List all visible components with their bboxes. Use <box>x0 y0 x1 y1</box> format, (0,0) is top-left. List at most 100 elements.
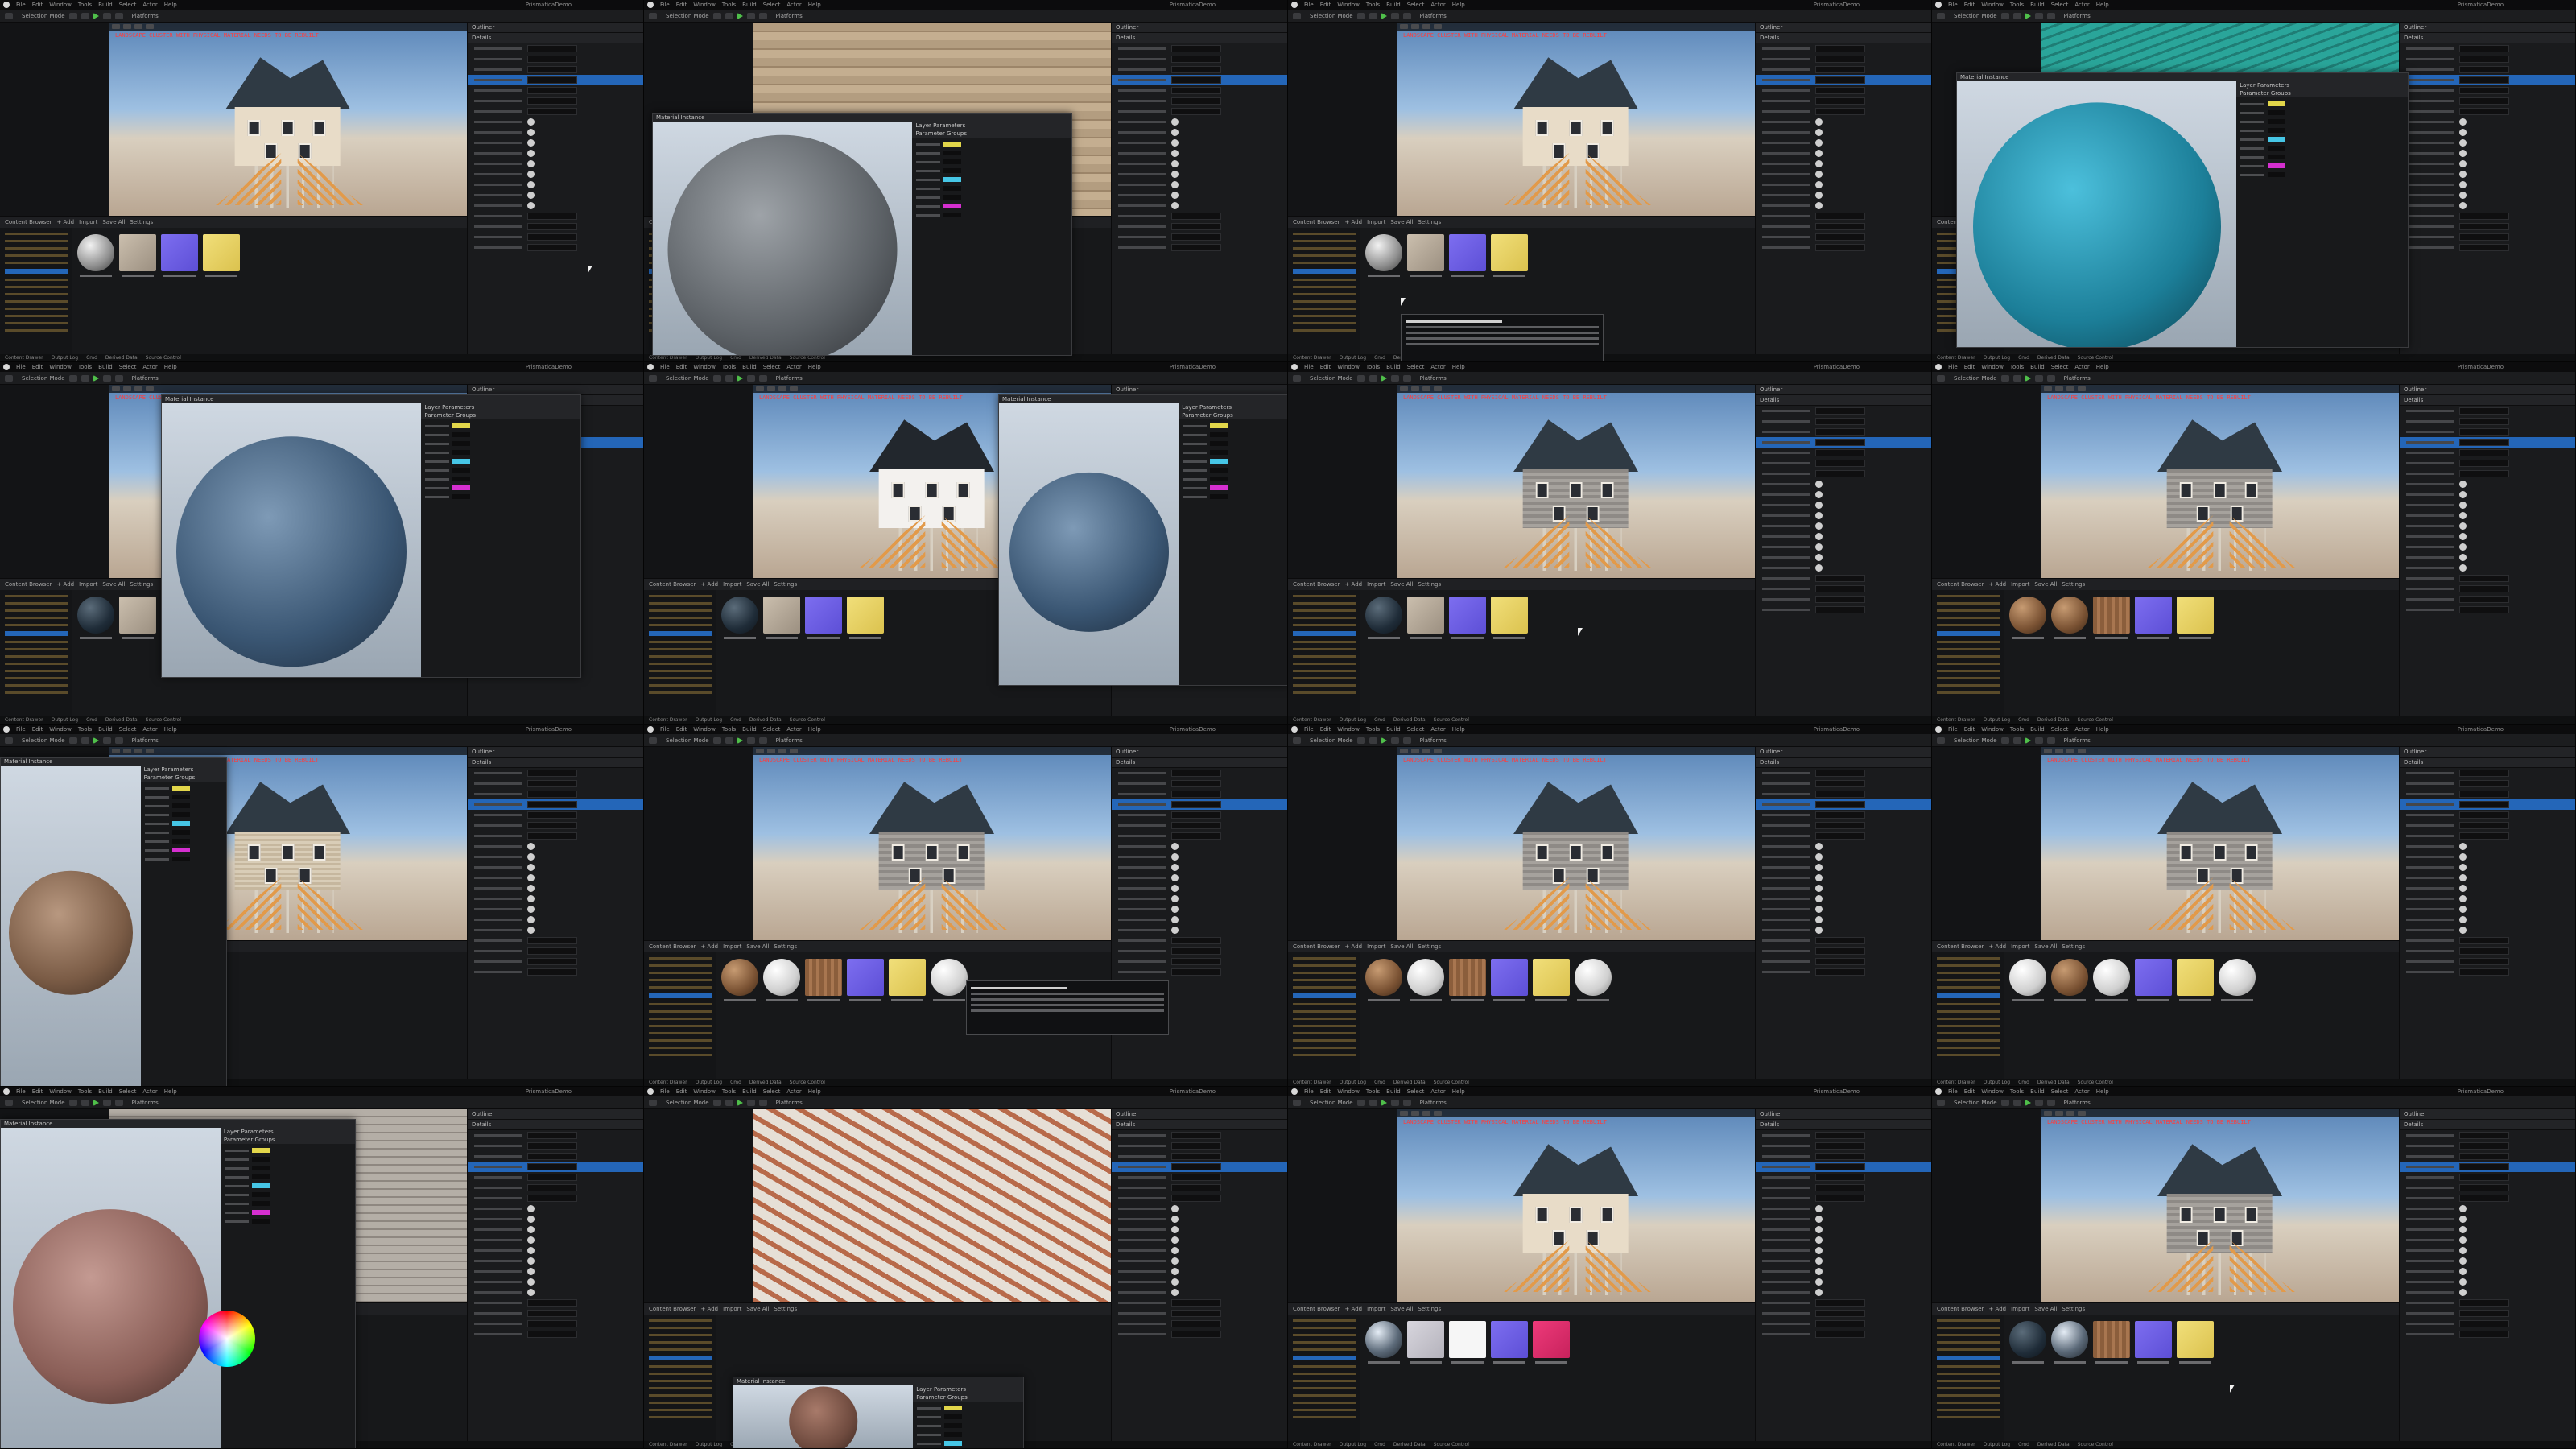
stop-icon[interactable] <box>114 374 123 382</box>
details-row[interactable] <box>1112 831 1287 841</box>
details-row[interactable] <box>468 778 643 789</box>
import-button[interactable]: Import <box>79 581 97 588</box>
menu-file[interactable]: File <box>1948 2 1958 8</box>
details-row[interactable] <box>468 106 643 117</box>
material-slot-icon[interactable] <box>2459 916 2467 923</box>
asset-thumbnail[interactable] <box>2009 1321 2046 1368</box>
folder-item[interactable] <box>5 233 68 235</box>
folder-item[interactable] <box>649 1373 712 1375</box>
menu-tools[interactable]: Tools <box>1366 364 1380 370</box>
details-row[interactable] <box>2400 232 2575 242</box>
details-header[interactable]: Details <box>1756 1120 1931 1130</box>
property-value[interactable] <box>527 1163 577 1170</box>
material-slot-icon[interactable] <box>1815 139 1823 147</box>
parameter-value[interactable] <box>1210 468 1228 473</box>
folder-item[interactable] <box>1293 624 1356 626</box>
parameter-row[interactable] <box>917 1414 1019 1419</box>
viewport-menu-icon[interactable] <box>756 386 764 391</box>
material-slot-icon[interactable] <box>2459 139 2467 147</box>
folder-item[interactable] <box>1293 684 1356 687</box>
property-value[interactable] <box>1815 585 1865 592</box>
details-row[interactable] <box>2400 85 2575 96</box>
menu-tools[interactable]: Tools <box>78 364 92 370</box>
details-row[interactable] <box>1112 1266 1287 1277</box>
details-row[interactable] <box>1112 54 1287 64</box>
menu-file[interactable]: File <box>660 364 670 370</box>
stop-icon[interactable] <box>2046 374 2055 382</box>
mode-selector[interactable]: Selection Mode <box>22 1100 65 1106</box>
folder-item[interactable] <box>1937 1010 2000 1013</box>
parameter-row[interactable] <box>1183 441 1285 446</box>
details-row[interactable] <box>2400 789 2575 799</box>
parameter-value[interactable] <box>171 857 190 861</box>
details-row[interactable] <box>1756 594 1931 605</box>
folder-item[interactable] <box>1937 1341 2000 1344</box>
save-icon[interactable] <box>1293 1099 1301 1106</box>
property-value[interactable] <box>2459 958 2509 965</box>
asset-thumbnail[interactable] <box>1449 959 1486 1005</box>
details-row[interactable] <box>1756 416 1931 427</box>
property-value[interactable] <box>2459 1320 2509 1327</box>
material-slot-icon[interactable] <box>1815 481 1823 488</box>
content-browser-title[interactable]: Content Browser <box>5 581 52 588</box>
material-slot-icon[interactable] <box>1171 864 1179 871</box>
property-value[interactable] <box>1171 791 1221 798</box>
details-header[interactable]: Details <box>468 1120 643 1130</box>
details-row[interactable] <box>468 810 643 820</box>
property-value[interactable] <box>1815 811 1865 819</box>
play-icon[interactable] <box>737 374 743 382</box>
menu-file[interactable]: File <box>16 1088 26 1095</box>
viewport-menu-icon[interactable] <box>112 24 120 29</box>
property-value[interactable] <box>1171 1132 1221 1139</box>
parameter-value[interactable] <box>452 423 471 428</box>
details-row[interactable] <box>2400 64 2575 75</box>
menu-build[interactable]: Build <box>98 726 113 733</box>
details-row[interactable] <box>1756 427 1931 437</box>
add-button[interactable]: + Add <box>1344 219 1362 225</box>
material-slot-icon[interactable] <box>1815 1247 1823 1254</box>
folder-item[interactable] <box>649 1334 712 1336</box>
details-row[interactable] <box>468 221 643 232</box>
details-row[interactable] <box>1756 873 1931 883</box>
folder-item[interactable] <box>649 1018 712 1020</box>
add-actor-icon[interactable] <box>712 737 721 744</box>
asset-thumbnail[interactable] <box>763 597 800 643</box>
details-row[interactable] <box>2400 180 2575 190</box>
menu-window[interactable]: Window <box>1981 726 2004 733</box>
property-value[interactable] <box>2459 1184 2509 1191</box>
asset-thumbnail[interactable] <box>1365 234 1402 281</box>
details-row[interactable] <box>1756 64 1931 75</box>
menu-select[interactable]: Select <box>2051 2 2069 8</box>
material-slot-icon[interactable] <box>527 192 535 199</box>
menu-build[interactable]: Build <box>2030 1088 2045 1095</box>
details-row[interactable] <box>468 180 643 190</box>
house-model[interactable] <box>2137 1144 2302 1298</box>
folder-item[interactable] <box>1293 1046 1356 1049</box>
details-row[interactable] <box>1756 1130 1931 1141</box>
menu-help[interactable]: Help <box>2096 364 2109 370</box>
property-value[interactable] <box>527 947 577 955</box>
details-row[interactable] <box>1112 211 1287 221</box>
pause-icon[interactable] <box>102 374 111 382</box>
save-all-button[interactable]: Save All <box>2034 581 2057 588</box>
parameter-value[interactable] <box>171 830 190 835</box>
parameter-value[interactable] <box>171 812 190 817</box>
platforms-button[interactable]: Platforms <box>1420 375 1447 382</box>
property-value[interactable] <box>1171 1184 1221 1191</box>
menu-edit[interactable]: Edit <box>1964 364 1975 370</box>
pause-icon[interactable] <box>102 737 111 744</box>
property-value[interactable] <box>1171 1299 1221 1307</box>
folder-item[interactable] <box>1937 1334 2000 1336</box>
menu-select[interactable]: Select <box>1407 2 1425 8</box>
folder-item[interactable] <box>5 641 68 643</box>
house-model[interactable] <box>849 782 1014 936</box>
material-preview-viewport[interactable] <box>162 403 422 677</box>
save-all-button[interactable]: Save All <box>746 581 769 588</box>
parameter-value[interactable] <box>251 1166 270 1170</box>
details-row[interactable] <box>1756 1319 1931 1329</box>
details-row[interactable] <box>1756 883 1931 894</box>
engine-logo-icon[interactable] <box>3 2 10 8</box>
material-slot-icon[interactable] <box>527 202 535 209</box>
parameter-row[interactable] <box>425 494 576 499</box>
parameter-value[interactable] <box>251 1219 270 1224</box>
